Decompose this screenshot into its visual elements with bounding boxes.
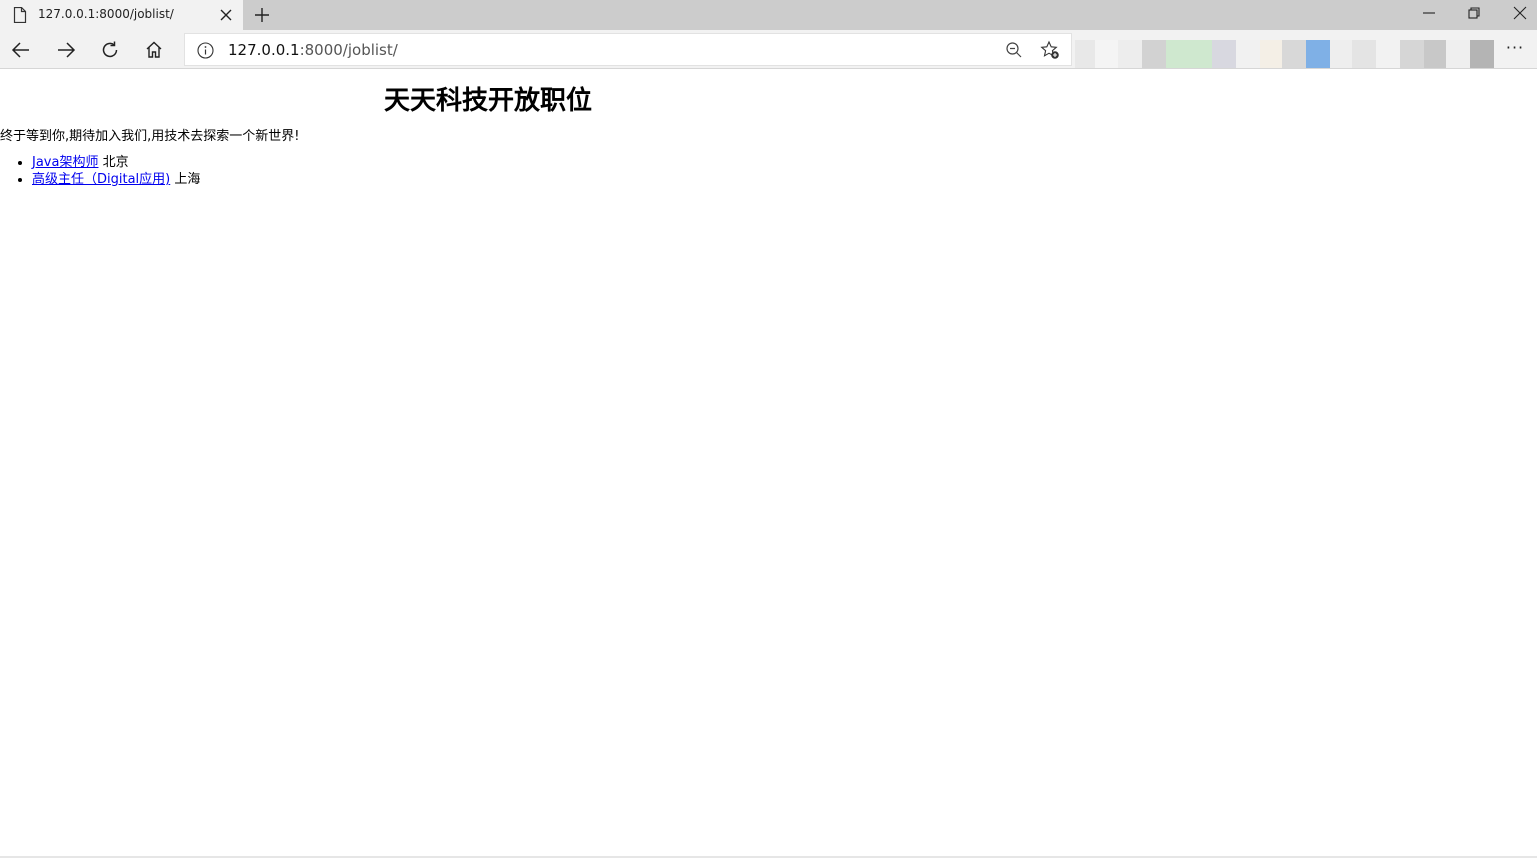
extension-icon[interactable] — [1400, 40, 1424, 68]
tab-title: 127.0.0.1:8000/joblist/ — [38, 7, 174, 21]
list-item: Java架构师 北京 — [32, 154, 200, 171]
url-path: :8000/joblist/ — [299, 41, 398, 59]
address-bar[interactable]: 127.0.0.1:8000/joblist/ — [184, 33, 1072, 66]
more-menu-button[interactable]: ··· — [1503, 40, 1527, 60]
extension-icon[interactable] — [1142, 40, 1166, 68]
job-link[interactable]: 高级主任（Digital应用) — [32, 172, 170, 187]
extension-icon[interactable] — [1424, 40, 1446, 68]
extension-icon[interactable] — [1095, 40, 1118, 68]
favorite-add-icon[interactable] — [1040, 40, 1060, 60]
reload-icon[interactable] — [99, 39, 121, 61]
page-content: 天天科技开放职位 终于等到你,期待加入我们,用技术去探索一个新世界! Java架… — [0, 70, 1537, 856]
job-list: Java架构师 北京 高级主任（Digital应用) 上海 — [0, 154, 200, 188]
minimize-icon[interactable] — [1420, 4, 1438, 22]
extension-icon[interactable] — [1166, 40, 1212, 68]
extension-icon[interactable] — [1212, 40, 1236, 68]
job-link[interactable]: Java架构师 — [32, 155, 98, 170]
zoom-out-icon[interactable] — [1005, 41, 1023, 59]
url-text[interactable]: 127.0.0.1:8000/joblist/ — [228, 41, 398, 59]
job-city: 上海 — [174, 172, 201, 187]
extension-icons-strip — [1075, 40, 1495, 68]
extension-icon[interactable] — [1118, 40, 1142, 68]
window-close-icon[interactable] — [1511, 4, 1529, 22]
url-host: 127.0.0.1 — [228, 41, 300, 59]
home-icon[interactable] — [143, 39, 165, 61]
extension-icon[interactable] — [1236, 40, 1260, 68]
list-item: 高级主任（Digital应用) 上海 — [32, 171, 200, 188]
tab-close-icon[interactable] — [219, 8, 233, 22]
forward-arrow-icon[interactable] — [55, 39, 77, 61]
restore-icon[interactable] — [1465, 4, 1483, 22]
extension-icon[interactable] — [1260, 40, 1282, 68]
page-icon — [13, 7, 27, 23]
extension-icon[interactable] — [1352, 40, 1376, 68]
browser-toolbar: 127.0.0.1:8000/joblist/ ··· — [0, 30, 1537, 69]
title-bar: 127.0.0.1:8000/joblist/ — [0, 0, 1537, 30]
intro-text: 终于等到你,期待加入我们,用技术去探索一个新世界! — [0, 129, 300, 144]
extension-icon[interactable] — [1376, 40, 1400, 68]
back-arrow-icon[interactable] — [10, 39, 32, 61]
extension-icon[interactable] — [1446, 40, 1470, 68]
browser-tab[interactable]: 127.0.0.1:8000/joblist/ — [0, 0, 243, 30]
extension-icon[interactable] — [1330, 40, 1352, 68]
job-city: 北京 — [102, 155, 129, 170]
new-tab-plus-icon[interactable] — [252, 5, 272, 25]
page-title: 天天科技开放职位 — [383, 86, 592, 116]
extension-icon[interactable] — [1470, 40, 1494, 68]
extension-icon[interactable] — [1075, 40, 1095, 68]
extension-icon[interactable] — [1282, 40, 1306, 68]
extension-icon[interactable] — [1306, 40, 1330, 68]
info-icon[interactable] — [197, 42, 214, 59]
